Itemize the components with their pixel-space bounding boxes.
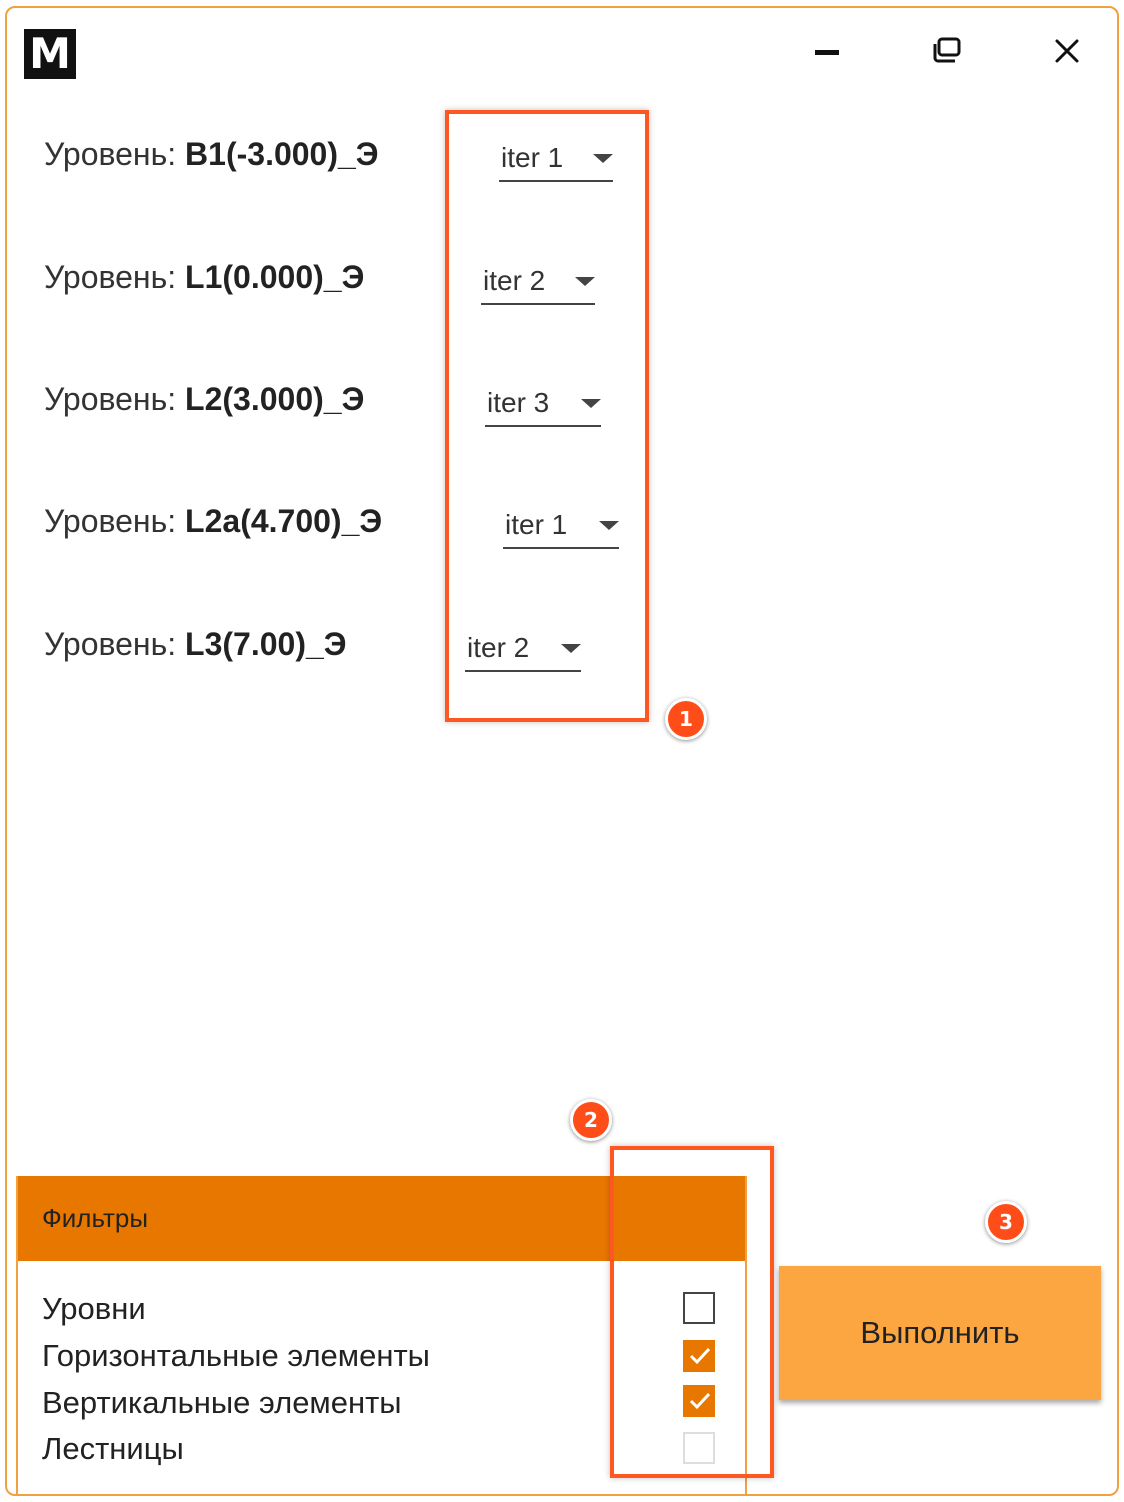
level-prefix: Уровень: xyxy=(44,626,177,662)
level-name: L3(7.00)_Э xyxy=(185,626,347,662)
step-marker: 2 xyxy=(570,1099,612,1141)
level-row: Уровень: L2a(4.700)_Э xyxy=(44,499,382,543)
level-row: Уровень: L2(3.000)_Э xyxy=(44,377,364,421)
level-name: L2(3.000)_Э xyxy=(185,381,365,417)
level-name: L1(0.000)_Э xyxy=(185,259,365,295)
level-prefix: Уровень: xyxy=(44,503,177,539)
app-logo: M xyxy=(24,29,76,79)
level-name: B1(-3.000)_Э xyxy=(185,136,379,172)
close-button[interactable] xyxy=(1032,24,1102,80)
level-prefix: Уровень: xyxy=(44,136,177,172)
maximize-button[interactable] xyxy=(912,24,982,80)
callout-highlight-checkboxes xyxy=(610,1146,774,1478)
callout-highlight-dropdowns xyxy=(445,110,649,722)
level-prefix: Уровень: xyxy=(44,259,177,295)
restore-icon xyxy=(933,37,961,63)
filter-label: Уровни xyxy=(42,1291,146,1326)
close-icon xyxy=(1055,39,1079,63)
step-marker: 3 xyxy=(985,1201,1027,1243)
level-name: L2a(4.700)_Э xyxy=(185,503,383,539)
level-prefix: Уровень: xyxy=(44,381,177,417)
level-row: Уровень: B1(-3.000)_Э xyxy=(44,132,379,176)
minimize-button[interactable] xyxy=(792,24,862,80)
level-row: Уровень: L1(0.000)_Э xyxy=(44,255,364,299)
run-button[interactable]: Выполнить xyxy=(779,1266,1101,1400)
filter-label: Вертикальные элементы xyxy=(42,1385,402,1420)
step-marker: 1 xyxy=(665,698,707,740)
level-row: Уровень: L3(7.00)_Э xyxy=(44,622,347,666)
minimize-icon xyxy=(815,50,839,55)
filter-label: Лестницы xyxy=(42,1431,184,1466)
filter-label: Горизонтальные элементы xyxy=(42,1338,430,1373)
